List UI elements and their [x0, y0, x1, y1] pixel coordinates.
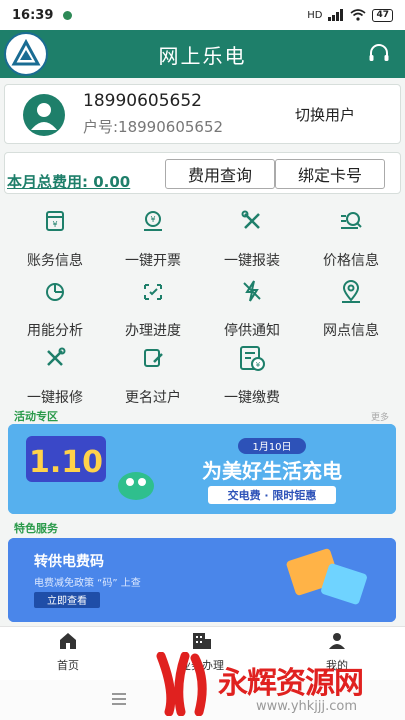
- activity-section-title: 活动专区: [14, 410, 58, 423]
- pie-chart-icon: [46, 283, 64, 301]
- monthly-fee-link[interactable]: 本月总费用: 0.00: [7, 171, 130, 192]
- user-account: 户号:18990605652: [83, 118, 224, 136]
- location-icon: [342, 280, 360, 303]
- service-item-rename[interactable]: 更名过户: [108, 343, 198, 407]
- service-item-ledger[interactable]: ¥ 账务信息: [10, 206, 100, 270]
- service-label: 办理进度: [125, 323, 181, 339]
- service-label: 一键报装: [224, 253, 280, 269]
- view-now-button: 立即查看: [47, 594, 87, 607]
- app-header: 网上乐电: [0, 30, 405, 78]
- banner-headline: 为美好生活充电: [202, 459, 342, 483]
- service-label: 一键缴费: [224, 390, 280, 406]
- service-item-invoice[interactable]: ¥ 一键开票: [108, 206, 198, 270]
- watermark-logo: [156, 652, 207, 716]
- wifi-icon: [350, 9, 366, 21]
- service-item-progress[interactable]: 办理进度: [108, 276, 198, 340]
- service-label: 用能分析: [27, 323, 83, 339]
- invoice-icon: ¥: [144, 211, 162, 231]
- svg-text:¥: ¥: [256, 361, 261, 369]
- person-icon: [329, 633, 345, 649]
- service-label: 一键开票: [125, 253, 181, 269]
- service-label: 更名过户: [125, 390, 181, 406]
- menu-icon[interactable]: [112, 693, 126, 705]
- battery-icon: 47: [372, 8, 393, 22]
- tab-label: 首页: [57, 659, 79, 672]
- service-label: 价格信息: [323, 253, 379, 269]
- home-icon: [60, 633, 76, 649]
- service-item-analysis[interactable]: 用能分析: [10, 276, 100, 340]
- service-item-outlets[interactable]: 网点信息: [306, 276, 396, 340]
- service-item-install[interactable]: 一键报装: [207, 206, 297, 270]
- service-label: 账务信息: [27, 253, 83, 269]
- service-item-pay[interactable]: ¥ 一键缴费: [207, 343, 297, 407]
- tab-home[interactable]: 首页: [28, 631, 108, 673]
- banner-subline: 交电费 · 限时钜惠: [228, 488, 317, 502]
- fee-query-button[interactable]: 费用查询: [165, 159, 275, 189]
- feature-banner-sub: 电费减免政策 “码” 上查: [34, 576, 141, 589]
- progress-icon: [144, 284, 162, 300]
- customer-service-icon[interactable]: [367, 42, 391, 66]
- banner-date: 1月10日: [252, 441, 291, 453]
- service-item-price[interactable]: 价格信息: [306, 206, 396, 270]
- switch-user-button[interactable]: 切换用户: [295, 104, 355, 125]
- pay-icon: ¥: [240, 346, 265, 371]
- app-notification-icon: [63, 10, 73, 20]
- user-card: 18990605652 户号:18990605652 切换用户: [4, 84, 401, 144]
- install-icon: [241, 210, 260, 229]
- activity-banner[interactable]: 1.10 1月10日 为美好生活充电 交电费 · 限时钜惠: [8, 424, 396, 514]
- svg-text:¥: ¥: [52, 220, 57, 229]
- status-indicators: HD 47: [307, 8, 393, 22]
- status-bar: 16:39 HD 47: [0, 0, 405, 30]
- service-label: 停供通知: [224, 323, 280, 339]
- avatar: [23, 94, 65, 136]
- service-label: 一键报修: [27, 390, 83, 406]
- feature-banner-title: 转供电费码: [34, 553, 104, 570]
- rename-icon: [144, 349, 163, 367]
- service-item-repair[interactable]: 一键报修: [10, 343, 100, 407]
- watermark-url: www.yhkjjj.com: [256, 699, 358, 714]
- service-label: 网点信息: [323, 323, 379, 339]
- status-time: 16:39: [12, 7, 54, 23]
- ledger-icon: ¥: [46, 211, 64, 231]
- company-logo: [4, 32, 48, 76]
- price-icon: [341, 212, 362, 229]
- building-icon: [193, 633, 211, 649]
- bind-card-button[interactable]: 绑定卡号: [275, 159, 385, 189]
- network-indicator: HD: [307, 9, 323, 21]
- feature-section-title: 特色服务: [14, 522, 58, 535]
- feature-banner[interactable]: 转供电费码 电费减免政策 “码” 上查 立即查看: [8, 538, 396, 622]
- signal-icon: [328, 9, 344, 21]
- repair-icon: [47, 347, 66, 366]
- more-link[interactable]: 更多: [371, 410, 389, 423]
- svg-text:¥: ¥: [150, 215, 155, 224]
- feature-banner-art: 转供电费码 电费减免政策 “码” 上查 立即查看: [8, 538, 396, 622]
- outage-icon: [243, 280, 261, 302]
- watermark-text: 永辉资源网: [218, 666, 364, 701]
- activity-banner-art: 1.10 1月10日 为美好生活充电 交电费 · 限时钜惠: [8, 424, 396, 514]
- service-item-outage[interactable]: 停供通知: [207, 276, 297, 340]
- cost-row: 本月总费用: 0.00 费用查询 绑定卡号: [4, 152, 401, 194]
- user-name: 18990605652: [83, 91, 202, 111]
- page-title: 网上乐电: [158, 43, 247, 68]
- banner-big-number: 1.10: [29, 445, 103, 480]
